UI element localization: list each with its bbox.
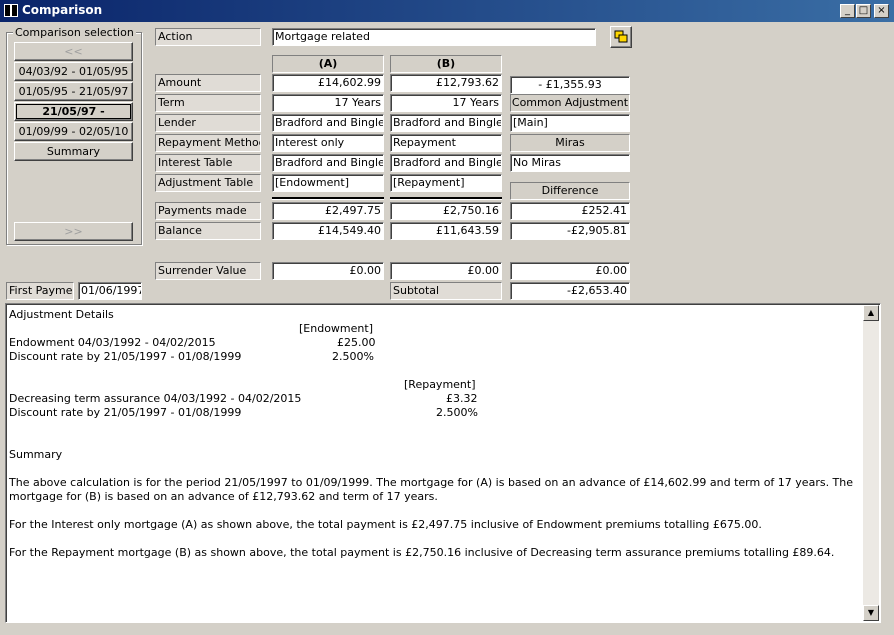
- miras-caption: Miras: [510, 134, 630, 152]
- first-payment-label: First Payment: [6, 282, 74, 300]
- repayment-method-a-field[interactable]: Interest only: [272, 134, 384, 152]
- payments-made-difference-field: £252.41: [510, 202, 630, 220]
- column-b-header: (B): [390, 55, 502, 73]
- summary-paragraph-3: For the Repayment mortgage (B) as shown …: [9, 546, 835, 559]
- first-payment-field[interactable]: 01/06/1997: [78, 282, 142, 300]
- minimize-button[interactable]: _: [840, 4, 855, 18]
- comparison-selection-label: Comparison selection: [13, 26, 136, 39]
- payments-made-a-field: £2,497.75: [272, 202, 384, 220]
- period-button-3[interactable]: 21/05/97 - 01/09/99: [14, 102, 133, 135]
- copy-button[interactable]: [610, 26, 632, 48]
- details-heading: Adjustment Details: [9, 308, 114, 321]
- amount-a-field[interactable]: £14,602.99: [272, 74, 384, 92]
- surrender-value-b-field[interactable]: £0.00: [390, 262, 502, 280]
- app-icon: [4, 4, 18, 17]
- surrender-value-difference-field: £0.00: [510, 262, 630, 280]
- separator-b: [390, 197, 502, 200]
- amount-label: Amount: [155, 74, 261, 92]
- payments-made-b-field: £2,750.16: [390, 202, 502, 220]
- term-label: Term: [155, 94, 261, 112]
- repayment-header: [Repayment]: [404, 378, 476, 391]
- endowment-line1-value: £25.00: [337, 336, 376, 349]
- action-label: Action: [155, 28, 261, 46]
- surrender-value-a-field[interactable]: £0.00: [272, 262, 384, 280]
- endowment-line2-label: Discount rate by 21/05/1997 - 01/08/1999: [9, 350, 242, 363]
- scroll-up-button[interactable]: ▲: [863, 305, 879, 321]
- summary-paragraph-1: The above calculation is for the period …: [9, 476, 854, 503]
- details-scrollbar[interactable]: ▲ ▼: [863, 305, 879, 621]
- repayment-line2-value: 2.500%: [436, 406, 478, 419]
- amount-b-field[interactable]: £12,793.62: [390, 74, 502, 92]
- subtotal-field: -£2,653.40: [510, 282, 630, 300]
- summary-heading: Summary: [9, 448, 63, 461]
- balance-difference-field: -£2,905.81: [510, 222, 630, 240]
- common-adjustment-caption: Common Adjustment: [510, 94, 630, 112]
- copy-icon: [614, 30, 628, 43]
- payments-made-label: Payments made: [155, 202, 261, 220]
- endowment-line1-label: Endowment 04/03/1992 - 04/02/2015: [9, 336, 216, 349]
- action-field[interactable]: Mortgage related: [272, 28, 596, 46]
- balance-a-field: £14,549.40: [272, 222, 384, 240]
- repayment-line1-value: £3.32: [446, 392, 478, 405]
- subtotal-label: Subtotal: [390, 282, 502, 300]
- surrender-value-label: Surrender Value: [155, 262, 261, 280]
- difference-caption: Difference: [510, 182, 630, 200]
- adjustment-table-label: Adjustment Table: [155, 174, 261, 192]
- amount-difference-field: - £1,355.93: [510, 76, 630, 94]
- scroll-down-button[interactable]: ▼: [863, 605, 879, 621]
- lender-a-field[interactable]: Bradford and Bingley: [272, 114, 384, 132]
- column-a-header: (A): [272, 55, 384, 73]
- repayment-method-label: Repayment Method: [155, 134, 261, 152]
- close-button[interactable]: ×: [874, 4, 889, 18]
- repayment-line2-label: Discount rate by 21/05/1997 - 01/08/1999: [9, 406, 242, 419]
- repayment-line1-label: Decreasing term assurance 04/03/1992 - 0…: [9, 392, 302, 405]
- endowment-header: [Endowment]: [299, 322, 373, 335]
- window-title: Comparison: [22, 3, 103, 17]
- period-button-2[interactable]: 01/05/95 - 21/05/97: [14, 82, 133, 101]
- lender-label: Lender: [155, 114, 261, 132]
- balance-b-field: £11,643.59: [390, 222, 502, 240]
- summary-button[interactable]: Summary: [14, 142, 133, 161]
- endowment-line2-value: 2.500%: [332, 350, 374, 363]
- adjustment-table-b-field[interactable]: [Repayment]: [390, 174, 502, 192]
- next-button[interactable]: >>: [14, 222, 133, 241]
- title-bar: Comparison _ □ ×: [0, 0, 894, 22]
- miras-field[interactable]: No Miras: [510, 154, 630, 172]
- period-button-1[interactable]: 04/03/92 - 01/05/95: [14, 62, 133, 81]
- lender-b-field[interactable]: Bradford and Bingley: [390, 114, 502, 132]
- maximize-button[interactable]: □: [856, 4, 871, 18]
- balance-label: Balance: [155, 222, 261, 240]
- period-button-4[interactable]: 01/09/99 - 02/05/10: [14, 122, 133, 141]
- adjustment-table-a-field[interactable]: [Endowment]: [272, 174, 384, 192]
- separator-a: [272, 197, 384, 200]
- term-b-field[interactable]: 17 Years: [390, 94, 502, 112]
- interest-table-label: Interest Table: [155, 154, 261, 172]
- summary-paragraph-2: For the Interest only mortgage (A) as sh…: [9, 518, 762, 531]
- repayment-method-b-field[interactable]: Repayment: [390, 134, 502, 152]
- interest-table-b-field[interactable]: Bradford and Bingley: [390, 154, 502, 172]
- interest-table-a-field[interactable]: Bradford and Bingley: [272, 154, 384, 172]
- previous-button[interactable]: <<: [14, 42, 133, 61]
- adjustment-details-panel[interactable]: Adjustment Details [Endowment] Endowment…: [5, 303, 881, 623]
- common-adjustment-field[interactable]: [Main]: [510, 114, 630, 132]
- term-a-field[interactable]: 17 Years: [272, 94, 384, 112]
